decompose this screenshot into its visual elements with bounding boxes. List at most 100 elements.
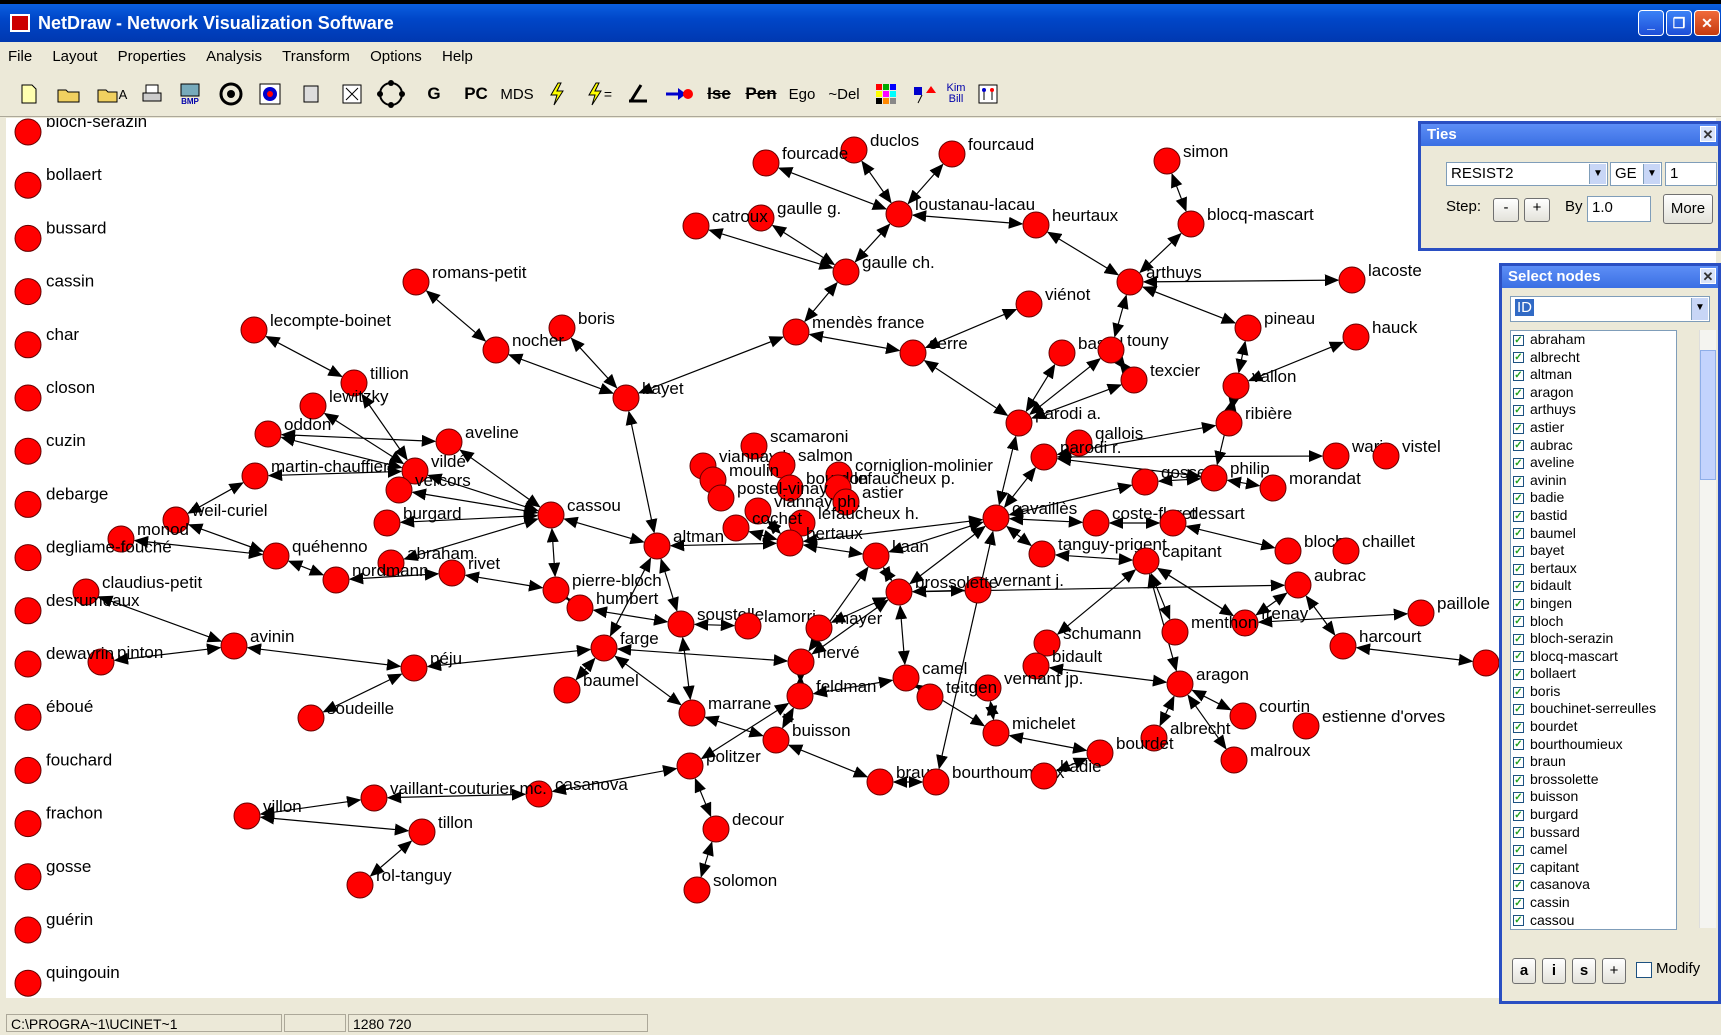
node-checkbox[interactable]: ✓ xyxy=(1513,757,1524,768)
tie-philip-morandat[interactable] xyxy=(1228,480,1259,485)
tie-cavailles-parodia[interactable] xyxy=(999,437,1015,505)
tie-buisson-braun[interactable] xyxy=(789,745,867,777)
isolate-node[interactable] xyxy=(15,491,41,517)
node-list-item[interactable]: ✓aragon xyxy=(1511,384,1676,402)
step-by-field[interactable]: 1.0 xyxy=(1587,196,1651,222)
isolate-node[interactable] xyxy=(15,598,41,624)
node-nocher[interactable] xyxy=(483,337,509,363)
node-blocq[interactable] xyxy=(1178,211,1204,237)
node-capitant[interactable] xyxy=(1133,548,1159,574)
node-list-item[interactable]: ✓baumel xyxy=(1511,525,1676,543)
node-checkbox[interactable]: ✓ xyxy=(1513,616,1524,627)
menu-file[interactable]: File xyxy=(0,42,40,65)
tie-soustelle-lamorri[interactable] xyxy=(695,624,734,625)
node-checkbox[interactable]: ✓ xyxy=(1513,739,1524,750)
node-courtin[interactable] xyxy=(1230,703,1256,729)
node-checkbox-list[interactable]: ✓abraham✓albrecht✓altman✓aragon✓arthuys✓… xyxy=(1510,330,1677,930)
node-loustanau[interactable] xyxy=(886,201,912,227)
node-altman[interactable] xyxy=(644,533,670,559)
open-attribute-icon[interactable]: A xyxy=(94,80,130,108)
node-checkbox[interactable]: ✓ xyxy=(1513,792,1524,803)
threshold-value-field[interactable]: 1 xyxy=(1665,162,1717,186)
node-tillon[interactable] xyxy=(409,819,435,845)
node-checkbox[interactable]: ✓ xyxy=(1513,476,1524,487)
tie-politzer-decour[interactable] xyxy=(695,779,710,816)
node-checkbox[interactable]: ✓ xyxy=(1513,511,1524,522)
node-parodia[interactable] xyxy=(1006,410,1032,436)
node-list-item[interactable]: ✓braun xyxy=(1511,753,1676,771)
node-cochet[interactable] xyxy=(723,515,749,541)
tie-bayet-altman[interactable] xyxy=(629,412,654,533)
tie-quehenno-nordmann[interactable] xyxy=(289,561,323,575)
save-bmp-icon[interactable]: BMP xyxy=(176,80,204,108)
tie-villon-tillon[interactable] xyxy=(261,817,408,830)
node-costefloret[interactable] xyxy=(1083,510,1109,536)
node-checkbox[interactable]: ✓ xyxy=(1513,335,1524,346)
lightning-icon[interactable] xyxy=(546,80,568,108)
tie-bertaux-kaan[interactable] xyxy=(804,545,862,554)
node-vaillant[interactable] xyxy=(361,785,387,811)
node-camel[interactable] xyxy=(893,665,919,691)
tie-brossolette-camel[interactable] xyxy=(900,606,905,664)
node-aragon[interactable] xyxy=(1167,671,1193,697)
isolate-node[interactable] xyxy=(15,917,41,943)
tie-duclos-loustanau[interactable] xyxy=(862,161,891,202)
node-braun[interactable] xyxy=(867,769,893,795)
node-estienne[interactable] xyxy=(1293,713,1319,739)
node-farge[interactable] xyxy=(591,635,617,661)
node-martin[interactable] xyxy=(242,463,268,489)
node-cassou[interactable] xyxy=(538,502,564,528)
node-serre[interactable] xyxy=(900,340,926,366)
node-peju[interactable] xyxy=(401,655,427,681)
menu-transform[interactable]: Transform xyxy=(274,42,358,65)
tie-mendes-serre[interactable] xyxy=(810,334,899,350)
menu-analysis[interactable]: Analysis xyxy=(198,42,270,65)
tie-arthuys-touny[interactable] xyxy=(1115,295,1126,336)
node-teitgen[interactable] xyxy=(917,684,943,710)
node-heurtaux[interactable] xyxy=(1023,212,1049,238)
node-dessart[interactable] xyxy=(1160,510,1186,536)
tie-vernantjp-michelet[interactable] xyxy=(990,702,993,719)
node-aubrac[interactable] xyxy=(1285,572,1311,598)
node-morandat[interactable] xyxy=(1260,475,1286,501)
tie-marrane-buisson[interactable] xyxy=(705,717,762,735)
select-all-button[interactable]: a xyxy=(1512,958,1536,984)
node-checkbox[interactable]: ✓ xyxy=(1513,405,1524,416)
operator-select[interactable]: GE▼ xyxy=(1610,162,1662,186)
tie-serre-parodia[interactable] xyxy=(925,361,1008,416)
tie-pierrebloch-humbert[interactable] xyxy=(567,598,569,599)
node-list-item[interactable]: ✓cassin xyxy=(1511,894,1676,912)
node-list-item[interactable]: ✓bussard xyxy=(1511,824,1676,842)
node-list-item[interactable]: ✓bertaux xyxy=(1511,560,1676,578)
relation-select[interactable]: RESIST2▼ xyxy=(1446,162,1608,186)
tie-pineau-vallon[interactable] xyxy=(1239,342,1245,373)
node-philip[interactable] xyxy=(1201,465,1227,491)
tie-cassou-pierrebloch[interactable] xyxy=(552,529,555,576)
node-tanguy[interactable] xyxy=(1029,541,1055,567)
tie-aragon-courtin[interactable] xyxy=(1192,690,1230,709)
tie-touny-texcier[interactable] xyxy=(1120,361,1126,369)
node-checkbox[interactable]: ✓ xyxy=(1513,880,1524,891)
node-soustelle[interactable] xyxy=(668,611,694,637)
node-list-item[interactable]: ✓bollaert xyxy=(1511,665,1676,683)
node-viénot[interactable] xyxy=(1016,291,1042,317)
lightning-equal-icon[interactable]: = xyxy=(582,80,616,108)
node-bayet[interactable] xyxy=(613,385,639,411)
node-list-item[interactable]: ✓arthuys xyxy=(1511,401,1676,419)
node-marrane[interactable] xyxy=(679,700,705,726)
node-checkbox[interactable]: ✓ xyxy=(1513,898,1524,909)
node-checkbox[interactable]: ✓ xyxy=(1513,493,1524,504)
node-checkbox[interactable]: ✓ xyxy=(1513,423,1524,434)
node-list-item[interactable]: ✓altman xyxy=(1511,366,1676,384)
new-file-icon[interactable] xyxy=(18,80,40,108)
isolate-node[interactable] xyxy=(15,385,41,411)
node-lamorri[interactable] xyxy=(735,613,761,639)
isolate-node[interactable] xyxy=(15,172,41,198)
node-mayer[interactable] xyxy=(806,615,832,641)
tie-michelet-bourdet[interactable] xyxy=(1010,736,1087,751)
tie-tanguy-capitant[interactable] xyxy=(1056,555,1132,560)
node-list-item[interactable]: ✓abraham xyxy=(1511,331,1676,349)
spring-layout-icon[interactable] xyxy=(216,80,246,108)
node-checkbox[interactable]: ✓ xyxy=(1513,528,1524,539)
align-icon[interactable] xyxy=(300,80,324,108)
